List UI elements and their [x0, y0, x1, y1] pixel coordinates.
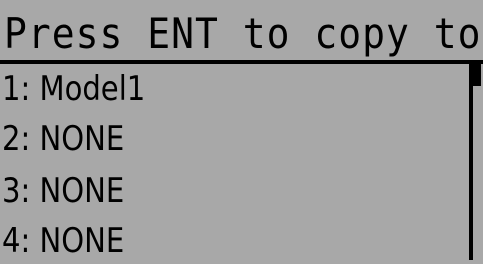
page-title: Press ENT to copy to: [4, 9, 482, 58]
lcd-screen: Press ENT to copy to 1: Model1 2: NONE 3…: [0, 0, 483, 261]
scrollbar-track[interactable]: [469, 64, 473, 260]
list-item-2[interactable]: 2: NONE: [2, 116, 124, 162]
scrollbar-thumb[interactable]: [473, 64, 481, 86]
list-item-1[interactable]: 1: Model1: [2, 66, 145, 112]
list-item-4[interactable]: 4: NONE: [2, 218, 124, 264]
model-destination-list: 1: Model1 2: NONE 3: NONE 4: NONE: [0, 64, 471, 261]
list-item-3[interactable]: 3: NONE: [2, 168, 124, 214]
